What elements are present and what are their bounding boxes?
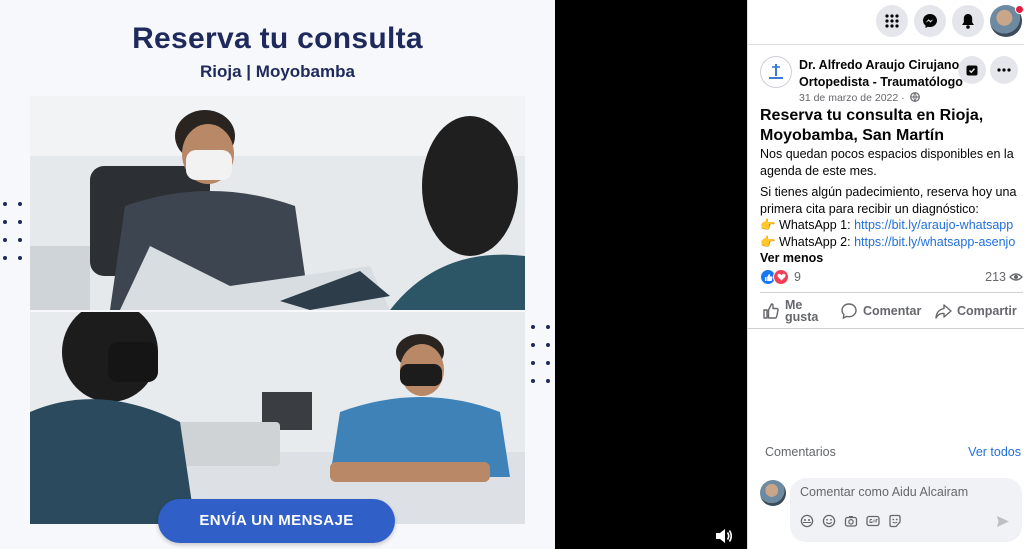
top-navigation-bar [748,0,1024,42]
decorative-dots-right [531,325,550,383]
whatsapp-link-1[interactable]: https://bit.ly/araujo-whatsapp [854,218,1013,232]
consultation-photo-bottom [30,312,525,524]
comments-label: Comentarios [765,445,836,459]
whatsapp-line-1: 👉 WhatsApp 1: https://bit.ly/araujo-what… [760,217,1018,234]
post-image[interactable]: Reserva tu consulta Rioja | Moyobamba EN… [0,0,555,549]
divider [760,292,1023,293]
like-button-label: Me gusta [785,298,819,324]
share-button[interactable]: Compartir [934,297,1017,325]
post-action-bar: Me gusta Comentar Compartir [760,297,1023,325]
post-body: Nos quedan pocos espacios disponibles en… [760,146,1018,267]
notifications-bell-icon[interactable] [952,5,984,37]
divider [748,328,1024,329]
whatsapp-label-1: 👉 WhatsApp 1: [760,218,855,232]
post-paragraph: Nos quedan pocos espacios disponibles en… [760,147,1014,178]
see-less-link[interactable]: Ver menos [760,250,1018,267]
page-name-link[interactable]: Dr. Alfredo Araujo Cirujano Ortopedista … [799,57,964,91]
views-count-group: 213 [985,270,1023,284]
love-reaction-icon [773,269,789,285]
post-details-panel: Dr. Alfredo Araujo Cirujano Ortopedista … [747,0,1024,549]
poster-title: Reserva tu consulta [132,22,423,55]
sound-icon[interactable] [715,528,733,544]
media-viewer-background [555,0,747,549]
reaction-count[interactable]: 9 [794,270,801,284]
comment-button-label: Comentar [863,304,922,318]
post-date[interactable]: 31 de marzo de 2022 · [799,92,920,104]
messenger-icon[interactable] [914,5,946,37]
like-button[interactable]: Me gusta [762,297,821,325]
consultation-photo-top [30,96,525,310]
post-date-text[interactable]: 31 de marzo de 2022 · [799,92,905,104]
see-all-comments-link[interactable]: Ver todos [968,445,1021,459]
comment-button[interactable]: Comentar [840,297,921,325]
eye-icon [1009,273,1023,281]
menu-grid-icon[interactable] [876,5,908,37]
page-avatar[interactable] [760,56,792,88]
send-icon[interactable] [996,515,1010,533]
globe-icon [909,92,920,102]
comment-composer [790,478,1022,542]
avatar-sticker-icon[interactable] [800,514,814,528]
views-count: 213 [985,270,1006,284]
share-button-label: Compartir [957,304,1017,318]
camera-icon[interactable] [844,514,858,528]
emoji-icon[interactable] [822,514,836,528]
save-post-icon[interactable] [958,56,986,84]
poster-subtitle: Rioja | Moyobamba [200,62,355,81]
composer-tools [800,514,902,528]
post-title: Reserva tu consulta en Rioja, Moyobamba,… [760,107,984,144]
reactions-summary[interactable]: 9 213 [760,268,1023,286]
divider [748,44,1024,45]
whatsapp-label-2: 👉 WhatsApp 2: [760,234,855,249]
thumbs-up-icon [763,303,779,319]
comment-input[interactable] [800,485,1012,499]
more-options-icon[interactable] [990,56,1018,84]
current-user-avatar[interactable] [760,480,786,506]
post-paragraph: Si tienes algún padecimiento, reserva ho… [760,185,1017,216]
sticker-icon[interactable] [888,514,902,528]
notification-dot [1015,5,1024,14]
gif-icon[interactable] [866,514,880,528]
decorative-dots-left [3,202,22,260]
comment-bubble-icon [841,303,857,320]
comments-header: Comentarios Ver todos [765,445,1023,459]
share-arrow-icon [935,304,952,319]
send-message-cta-button[interactable]: ENVÍA UN MENSAJE [158,499,395,543]
whatsapp-line-2: 👉 WhatsApp 2: https://bit.ly/whatsapp-as… [760,234,1018,251]
whatsapp-link-2[interactable]: https://bit.ly/whatsapp-asenjo [854,235,1015,249]
